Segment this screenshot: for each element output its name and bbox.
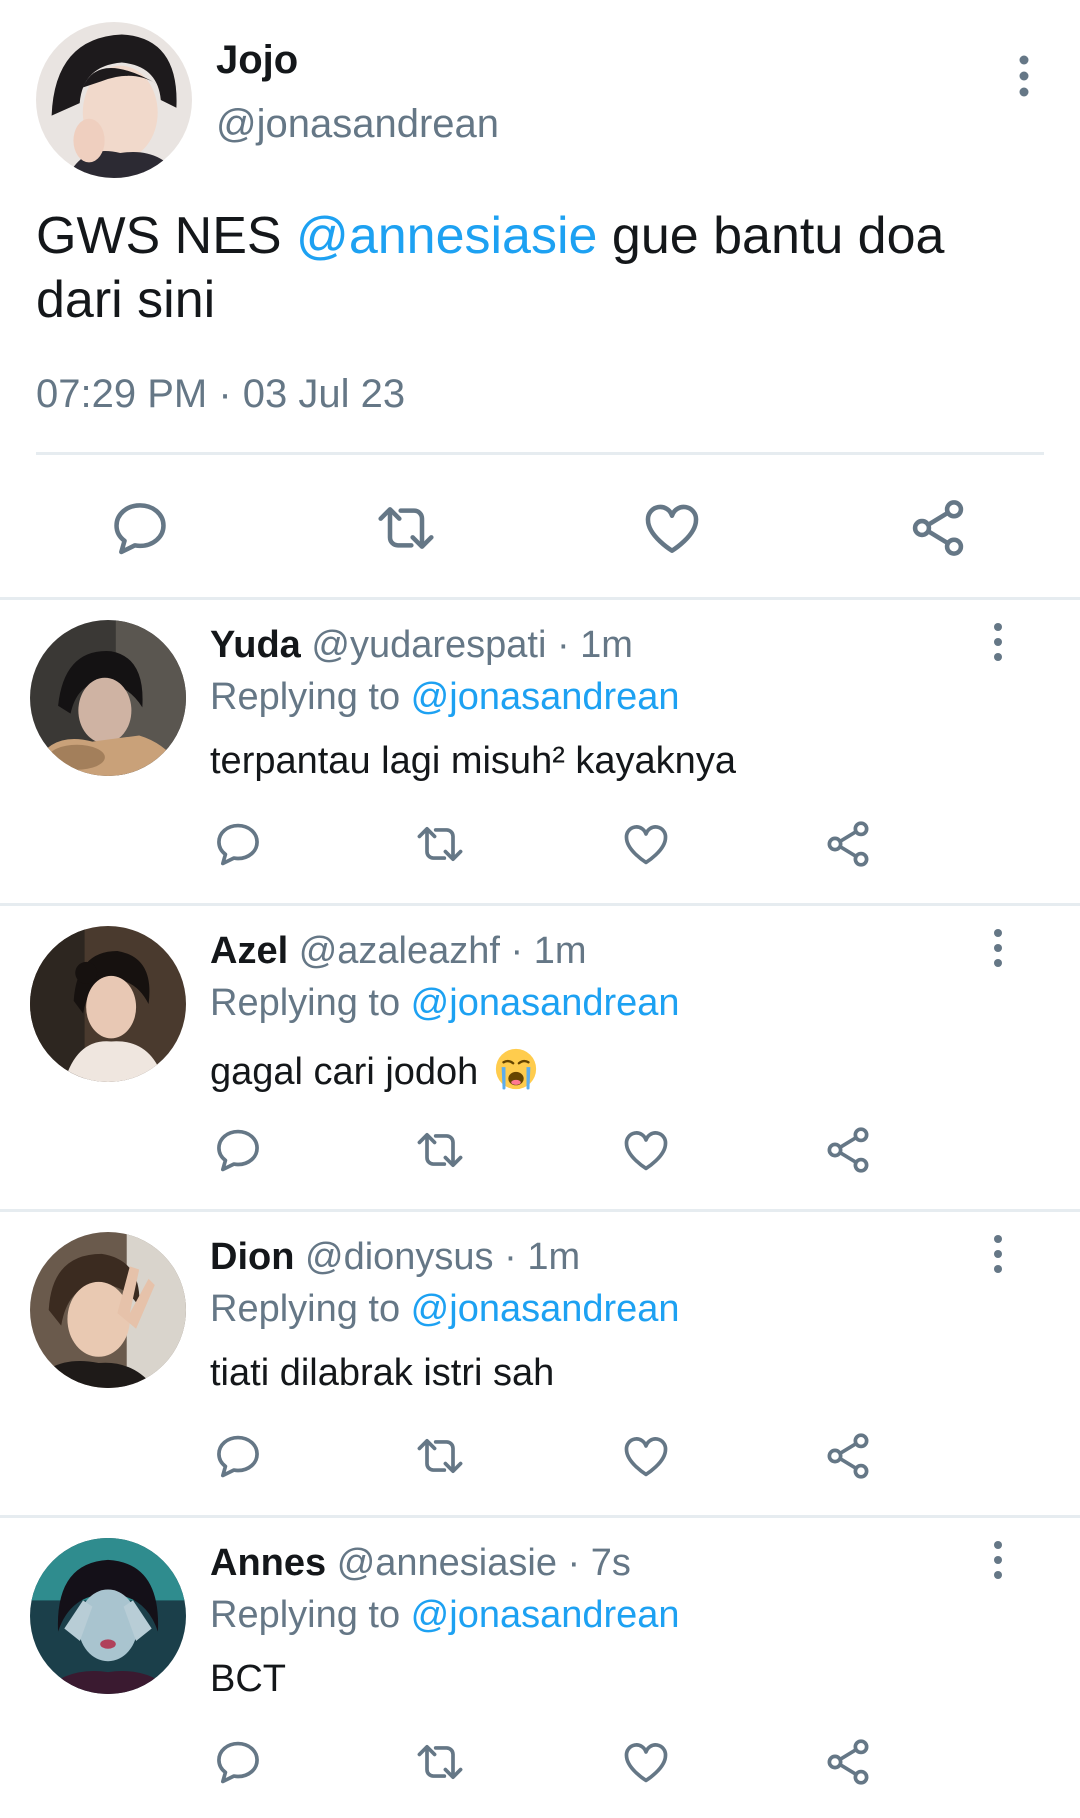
share-icon[interactable] — [822, 1124, 874, 1176]
like-icon[interactable] — [640, 496, 704, 560]
reply-tweet[interactable]: Yuda @yudarespati · 1m Replying to @jona… — [0, 600, 1080, 906]
like-icon[interactable] — [620, 1124, 672, 1176]
more-options-icon[interactable] — [988, 622, 1008, 662]
reply-text: terpantau lagi misuh² kayaknya — [210, 740, 736, 782]
reply-icon[interactable] — [108, 496, 172, 560]
avatar[interactable] — [30, 926, 186, 1082]
reply-handle-time: @annesiasie · 7s — [326, 1542, 631, 1584]
retweet-icon[interactable] — [414, 1124, 466, 1176]
reply-handle-time: @azaleazhf · 1m — [288, 930, 587, 972]
avatar[interactable] — [30, 1232, 186, 1388]
more-options-icon[interactable] — [988, 1540, 1008, 1580]
reply-author-name[interactable]: Azel — [210, 930, 288, 972]
reply-tweet[interactable]: Dion @dionysus · 1m Replying to @jonasan… — [0, 1212, 1080, 1518]
replying-to-link[interactable]: @jonasandrean — [411, 1594, 680, 1636]
retweet-icon[interactable] — [414, 1430, 466, 1482]
reply-author-name[interactable]: Annes — [210, 1542, 326, 1584]
reply-tweet[interactable]: Azel @azaleazhf · 1m Replying to @jonasa… — [0, 906, 1080, 1212]
replying-to: Replying to @jonasandrean — [210, 676, 680, 719]
reply-header: Annes @annesiasie · 7s — [210, 1542, 631, 1585]
reply-text: BCT — [210, 1658, 286, 1700]
main-tweet: Jojo @jonasandrean GWS NES @annesiasie g… — [0, 0, 1080, 600]
replying-to-link[interactable]: @jonasandrean — [411, 1288, 680, 1330]
like-icon[interactable] — [620, 818, 672, 870]
replying-to-link[interactable]: @jonasandrean — [411, 982, 680, 1024]
more-options-icon[interactable] — [1012, 54, 1036, 98]
tweet-thread: Jojo @jonasandrean GWS NES @annesiasie g… — [0, 0, 1080, 1818]
reply-text-content: gagal cari jodoh — [210, 1051, 489, 1093]
reply-author-name[interactable]: Dion — [210, 1236, 294, 1278]
reply-header: Azel @azaleazhf · 1m — [210, 930, 587, 973]
author-handle[interactable]: @jonasandrean — [216, 102, 499, 147]
more-options-icon[interactable] — [988, 928, 1008, 968]
author-name[interactable]: Jojo — [216, 38, 298, 83]
replying-to-label: Replying to — [210, 982, 411, 1024]
reply-author-name[interactable]: Yuda — [210, 624, 301, 666]
like-icon[interactable] — [620, 1430, 672, 1482]
more-options-icon[interactable] — [988, 1234, 1008, 1274]
reply-icon[interactable] — [212, 1124, 264, 1176]
replying-to: Replying to @jonasandrean — [210, 1594, 680, 1637]
avatar[interactable] — [36, 22, 192, 178]
tweet-timestamp: 07:29 PM · 03 Jul 23 — [36, 372, 406, 416]
reply-tweet[interactable]: Annes @annesiasie · 7s Replying to @jona… — [0, 1518, 1080, 1818]
reply-text: tiati dilabrak istri sah — [210, 1352, 555, 1394]
mention-link[interactable]: @annesiasie — [296, 207, 597, 265]
reply-header: Dion @dionysus · 1m — [210, 1236, 580, 1279]
divider — [36, 452, 1044, 455]
share-icon[interactable] — [822, 818, 874, 870]
replying-to-label: Replying to — [210, 676, 411, 718]
tweet-text-before: GWS NES — [36, 207, 297, 265]
reply-handle-time: @dionysus · 1m — [294, 1236, 581, 1278]
reply-icon[interactable] — [212, 1736, 264, 1788]
retweet-icon[interactable] — [414, 818, 466, 870]
avatar[interactable] — [30, 1538, 186, 1694]
retweet-icon[interactable] — [374, 496, 438, 560]
share-icon[interactable] — [822, 1430, 874, 1482]
reply-text: gagal cari jodoh — [210, 1046, 539, 1094]
replying-to-label: Replying to — [210, 1288, 411, 1330]
replying-to: Replying to @jonasandrean — [210, 982, 680, 1025]
reply-header: Yuda @yudarespati · 1m — [210, 624, 633, 667]
reply-handle-time: @yudarespati · 1m — [300, 624, 633, 666]
retweet-icon[interactable] — [414, 1736, 466, 1788]
share-icon[interactable] — [906, 496, 970, 560]
share-icon[interactable] — [822, 1736, 874, 1788]
replying-to-label: Replying to — [210, 1594, 411, 1636]
avatar-photo — [36, 22, 192, 178]
reply-icon[interactable] — [212, 1430, 264, 1482]
avatar[interactable] — [30, 620, 186, 776]
replying-to: Replying to @jonasandrean — [210, 1288, 680, 1331]
like-icon[interactable] — [620, 1736, 672, 1788]
tweet-text: GWS NES @annesiasie gue bantu doa dari s… — [36, 204, 1026, 332]
replying-to-link[interactable]: @jonasandrean — [411, 676, 680, 718]
reply-icon[interactable] — [212, 818, 264, 870]
loudly-crying-face-icon — [493, 1046, 539, 1092]
